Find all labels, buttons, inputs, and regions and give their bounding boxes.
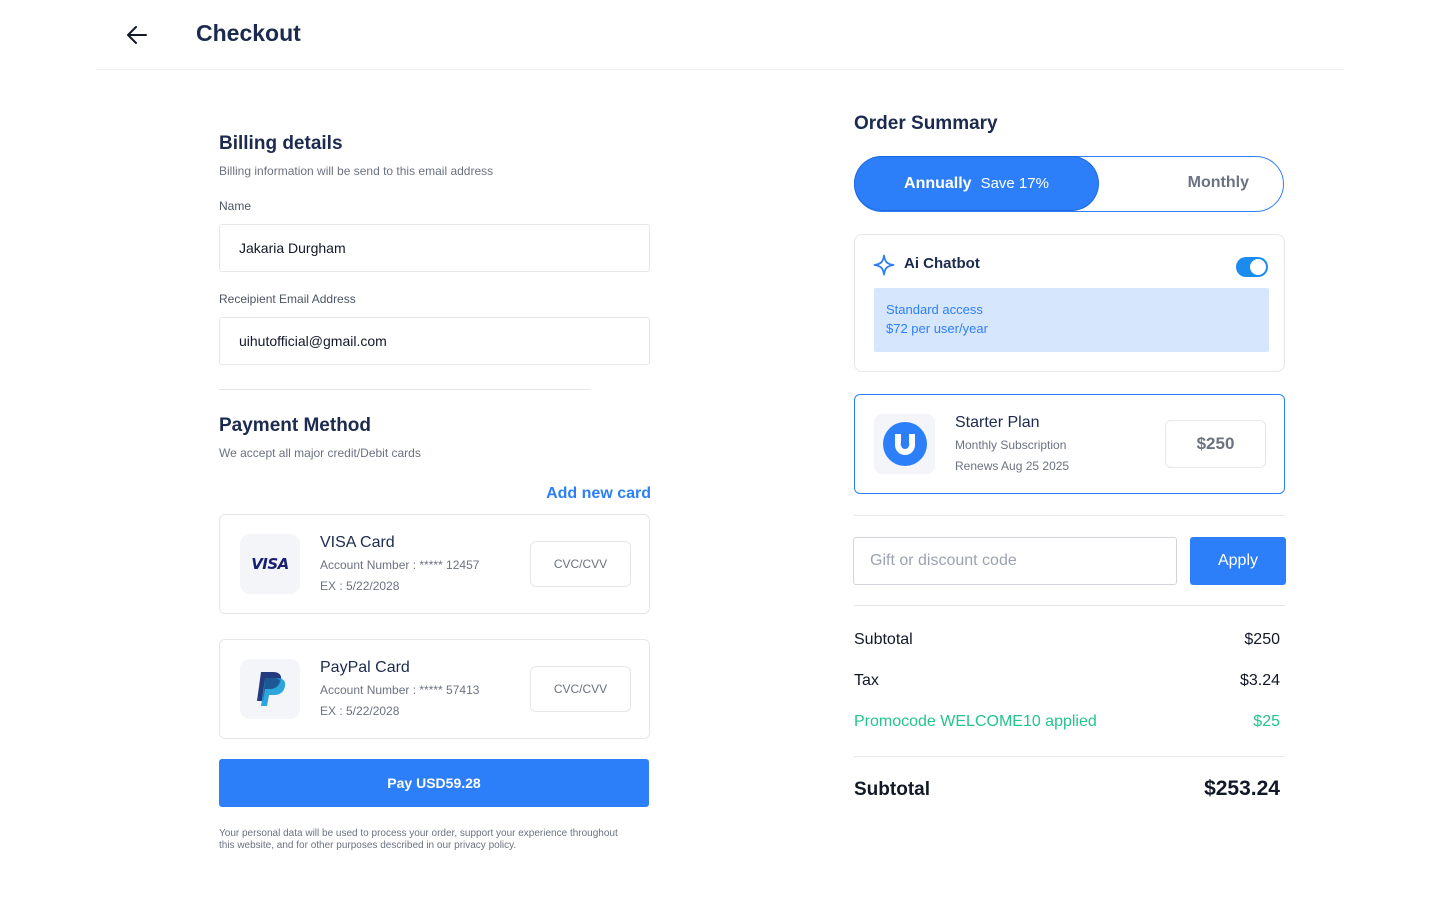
card-account-number: Account Number : ***** 12457 xyxy=(320,558,480,572)
annually-label: Annually xyxy=(904,174,972,192)
divider xyxy=(854,756,1285,757)
promo-row: Promocode WELCOME10 applied $25 xyxy=(854,713,1280,731)
uihut-icon xyxy=(882,422,927,466)
row-label: Promocode WELCOME10 applied xyxy=(854,713,1097,730)
page-header: Checkout xyxy=(96,0,1344,70)
divider xyxy=(854,515,1285,516)
billing-period-toggle: Annually Save 17% Monthly xyxy=(854,156,1284,212)
monthly-option[interactable]: Monthly xyxy=(1188,174,1249,192)
cvc-input[interactable]: CVC/CVV xyxy=(530,666,631,712)
total-value: $253.24 xyxy=(1204,777,1280,800)
email-field[interactable]: uihutofficial@gmail.com xyxy=(219,317,650,365)
arrow-left-icon xyxy=(127,26,147,44)
payment-card-visa[interactable]: VISA VISA Card Account Number : ***** 12… xyxy=(219,514,650,614)
visa-logo-text: VISA xyxy=(251,555,289,573)
visa-logo: VISA xyxy=(240,534,300,594)
row-label: Tax xyxy=(854,672,879,689)
order-summary-title: Order Summary xyxy=(854,113,998,134)
sparkle-icon xyxy=(873,254,895,276)
access-info-box: Standard access $72 per user/year xyxy=(874,288,1269,352)
discount-code-input[interactable]: Gift or discount code xyxy=(853,537,1177,585)
row-value: $250 xyxy=(1244,631,1280,648)
privacy-disclaimer: Your personal data will be used to proce… xyxy=(219,828,618,851)
total-row: Subtotal $253.24 xyxy=(854,777,1280,801)
apply-button[interactable]: Apply xyxy=(1190,537,1286,585)
cvc-input[interactable]: CVC/CVV xyxy=(530,541,631,587)
access-price: $72 per user/year xyxy=(886,321,988,336)
card-account-number: Account Number : ***** 57413 xyxy=(320,683,480,697)
row-value: $25 xyxy=(1253,713,1280,730)
card-expiry: EX : 5/22/2028 xyxy=(320,704,400,718)
divider xyxy=(854,605,1285,606)
billing-subtitle: Billing information will be send to this… xyxy=(219,164,494,178)
addon-card: Ai Chatbot Standard access $72 per user/… xyxy=(854,234,1285,372)
addon-toggle-switch[interactable] xyxy=(1236,257,1268,277)
pay-button[interactable]: Pay USD59.28 xyxy=(219,759,649,807)
name-label: Name xyxy=(219,199,252,213)
total-label: Subtotal xyxy=(854,779,930,800)
card-name: VISA Card xyxy=(320,534,395,551)
uihut-logo xyxy=(874,414,935,474)
plan-card: Starter Plan Monthly Subscription Renews… xyxy=(854,394,1285,494)
payment-title: Payment Method xyxy=(219,415,372,436)
row-label: Subtotal xyxy=(854,631,913,648)
subtotal-row: Subtotal $250 xyxy=(854,631,1280,649)
payment-subtitle: We accept all major credit/Debit cards xyxy=(219,446,421,460)
name-field[interactable]: Jakaria Durgham xyxy=(219,224,650,272)
row-value: $3.24 xyxy=(1239,672,1280,689)
section-divider xyxy=(219,389,591,390)
email-label: Receipient Email Address xyxy=(219,292,356,306)
plan-subtitle: Monthly Subscription xyxy=(955,438,1067,452)
addon-title: Ai Chatbot xyxy=(904,255,980,272)
paypal-logo xyxy=(240,659,300,719)
payment-card-paypal[interactable]: PayPal Card Account Number : ***** 57413… xyxy=(219,639,650,739)
plan-renewal-date: Renews Aug 25 2025 xyxy=(955,459,1070,473)
plan-price: $250 xyxy=(1165,420,1266,468)
switch-knob xyxy=(1250,259,1266,275)
add-new-card-link[interactable]: Add new card xyxy=(546,485,651,503)
back-button[interactable] xyxy=(122,20,152,50)
page-title: Checkout xyxy=(196,20,301,46)
save-badge: Save 17% xyxy=(980,175,1049,192)
paypal-icon xyxy=(257,672,286,706)
card-name: PayPal Card xyxy=(320,659,410,676)
billing-title: Billing details xyxy=(219,133,343,154)
annually-option[interactable]: Annually Save 17% xyxy=(855,157,1098,210)
plan-name: Starter Plan xyxy=(955,414,1040,431)
access-level: Standard access xyxy=(886,302,983,317)
card-expiry: EX : 5/22/2028 xyxy=(320,579,400,593)
tax-row: Tax $3.24 xyxy=(854,672,1280,690)
